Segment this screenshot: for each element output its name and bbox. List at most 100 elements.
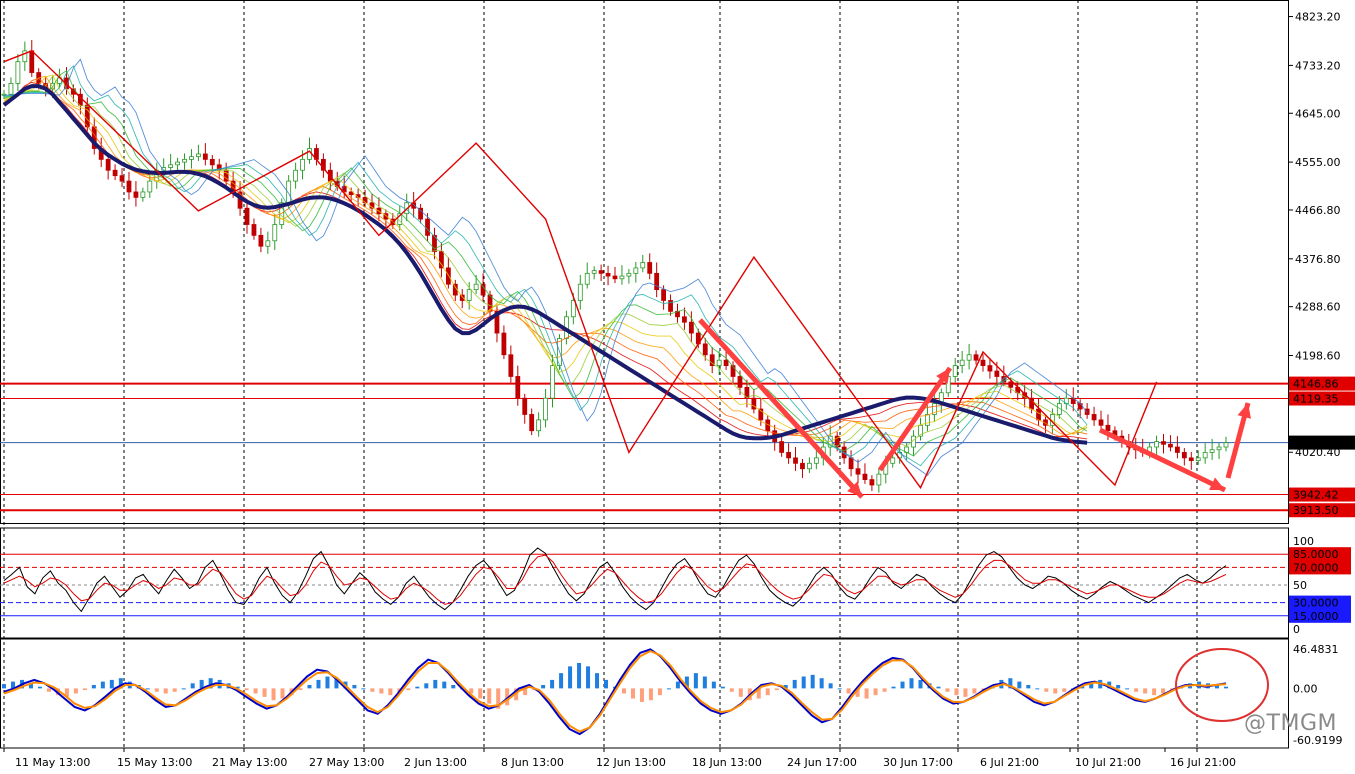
candle-body-114 bbox=[793, 457, 798, 464]
macd-hist-bar-40 bbox=[361, 688, 366, 690]
stochastic-panel-frame bbox=[0, 527, 1289, 639]
candle-body-37 bbox=[258, 234, 264, 247]
candle-body-166 bbox=[1154, 441, 1159, 448]
stoch-level-label-3: 15.0000 bbox=[1293, 610, 1339, 623]
macd-hist-bar-54 bbox=[487, 688, 492, 704]
macd-hist-bar-129 bbox=[1161, 688, 1166, 694]
macd-hist-bar-88 bbox=[792, 679, 797, 689]
candle-body-115 bbox=[800, 462, 805, 470]
macd-hist-bar-94 bbox=[846, 688, 851, 694]
macd-hist-bar-12 bbox=[109, 679, 114, 689]
candle-body-149 bbox=[1036, 408, 1041, 421]
macd-hist-bar-29 bbox=[262, 688, 267, 697]
candle-body-142 bbox=[987, 365, 993, 372]
macd-hist-bar-53 bbox=[478, 688, 483, 699]
candle-body-168 bbox=[1168, 443, 1173, 448]
candle-body-126 bbox=[876, 473, 882, 486]
macd-hist-bar-75 bbox=[675, 681, 680, 689]
candle-body-94 bbox=[654, 272, 660, 291]
macd-hist-bar-50 bbox=[451, 684, 456, 689]
macd-hist-bar-105 bbox=[945, 688, 950, 692]
macd-hist-bar-47 bbox=[424, 683, 429, 689]
stoch-level-label-1: 70.0000 bbox=[1293, 561, 1339, 574]
macd-hist-bar-71 bbox=[639, 688, 644, 702]
candle-body-88 bbox=[612, 275, 618, 280]
macd-hist-bar-8 bbox=[73, 688, 78, 694]
x-axis-label-9: 30 Jun 17:00 bbox=[883, 756, 953, 769]
macd-hist-bar-92 bbox=[828, 683, 833, 689]
candle-body-86 bbox=[598, 270, 604, 274]
candle-body-137 bbox=[952, 365, 958, 377]
candle-body-89 bbox=[619, 275, 625, 280]
candle-body-141 bbox=[980, 359, 986, 367]
macd-hist-bar-66 bbox=[595, 673, 600, 689]
candle-body-67 bbox=[466, 289, 472, 301]
x-axis-label-4: 2 Jun 13:00 bbox=[404, 756, 467, 769]
macd-hist-bar-34 bbox=[307, 684, 312, 689]
price-tick-label-2: 4645.00 bbox=[1295, 107, 1341, 120]
macd-hist-bar-85 bbox=[765, 688, 770, 696]
stoch-level-label-0: 85.0000 bbox=[1293, 548, 1339, 561]
candle-body-167 bbox=[1161, 441, 1166, 445]
macd-hist-bar-5 bbox=[46, 688, 51, 692]
macd-hist-bar-77 bbox=[693, 673, 698, 689]
candle-body-106 bbox=[737, 376, 743, 388]
candle-body-124 bbox=[862, 473, 868, 480]
candle-body-158 bbox=[1098, 419, 1104, 426]
candle-body-145 bbox=[1008, 381, 1014, 388]
candle-body-112 bbox=[779, 441, 785, 453]
candle-body-175 bbox=[1216, 446, 1222, 451]
candle-body-174 bbox=[1209, 449, 1215, 453]
candle-body-156 bbox=[1084, 408, 1090, 415]
x-axis-label-3: 27 May 13:00 bbox=[309, 756, 384, 769]
candle-body-99 bbox=[688, 321, 694, 334]
candle-body-98 bbox=[682, 316, 687, 323]
macd-hist-bar-104 bbox=[936, 686, 941, 689]
macd-hist-bar-64 bbox=[577, 662, 582, 689]
stoch-tick-label-1: 50 bbox=[1293, 579, 1307, 592]
macd-hist-bar-136 bbox=[1224, 686, 1228, 689]
macd-hist-bar-108 bbox=[972, 688, 977, 694]
stoch-tick-label-0: 100 bbox=[1293, 535, 1314, 548]
macd-hist-bar-114 bbox=[1026, 684, 1031, 689]
macd-hist-bar-124 bbox=[1116, 684, 1121, 689]
price-tick-label-6: 4288.60 bbox=[1295, 301, 1341, 314]
macd-hist-bar-69 bbox=[621, 688, 626, 694]
candle-body-42 bbox=[293, 169, 299, 182]
macd-hist-bar-90 bbox=[810, 674, 815, 689]
x-axis-label-0: 11 May 13:00 bbox=[15, 756, 90, 769]
candle-body-138 bbox=[959, 359, 965, 367]
macd-hist-bar-80 bbox=[720, 686, 725, 689]
current-price-label: 4038.14 bbox=[1293, 437, 1339, 450]
macd-hist-bar-62 bbox=[559, 673, 564, 689]
candle-body-104 bbox=[723, 359, 729, 367]
candle-body-77 bbox=[536, 419, 542, 432]
macd-hist-bar-115 bbox=[1035, 688, 1040, 690]
macd-tick-label-0: 46.4831 bbox=[1293, 643, 1339, 656]
chart-root: 4823.20 4733.20 4645.00 4555.00 4466.80 4376.… bbox=[0, 0, 1355, 770]
candle-body-169 bbox=[1174, 446, 1180, 453]
candle-body-101 bbox=[702, 343, 708, 356]
x-axis-label-7: 18 Jun 13:00 bbox=[692, 756, 762, 769]
macd-hist-bar-100 bbox=[900, 681, 905, 689]
macd-hist-bar-41 bbox=[370, 688, 375, 692]
candle-body-73 bbox=[508, 354, 514, 377]
macd-hist-bar-93 bbox=[837, 688, 842, 690]
x-axis-label-8: 24 Jun 17:00 bbox=[787, 756, 857, 769]
macd-hist-bar-116 bbox=[1044, 688, 1049, 692]
arrow-down-1-shaft bbox=[698, 318, 864, 499]
macd-hist-bar-49 bbox=[442, 681, 447, 689]
x-axis-label-10: 6 Jul 21:00 bbox=[980, 756, 1039, 769]
candle-body-113 bbox=[786, 452, 791, 459]
candle-body-16 bbox=[112, 169, 118, 177]
candle-body-85 bbox=[591, 270, 597, 274]
candle-body-35 bbox=[244, 207, 250, 225]
candle-body-173 bbox=[1202, 452, 1208, 459]
macd-hist-bar-99 bbox=[891, 686, 896, 689]
candle-body-19 bbox=[133, 191, 139, 198]
candle-body-69 bbox=[480, 283, 486, 296]
macd-hist-bar-96 bbox=[864, 688, 869, 699]
macd-hist-bar-20 bbox=[181, 688, 186, 690]
macd-hist-bar-70 bbox=[630, 688, 635, 699]
macd-hist-bar-82 bbox=[738, 688, 743, 697]
